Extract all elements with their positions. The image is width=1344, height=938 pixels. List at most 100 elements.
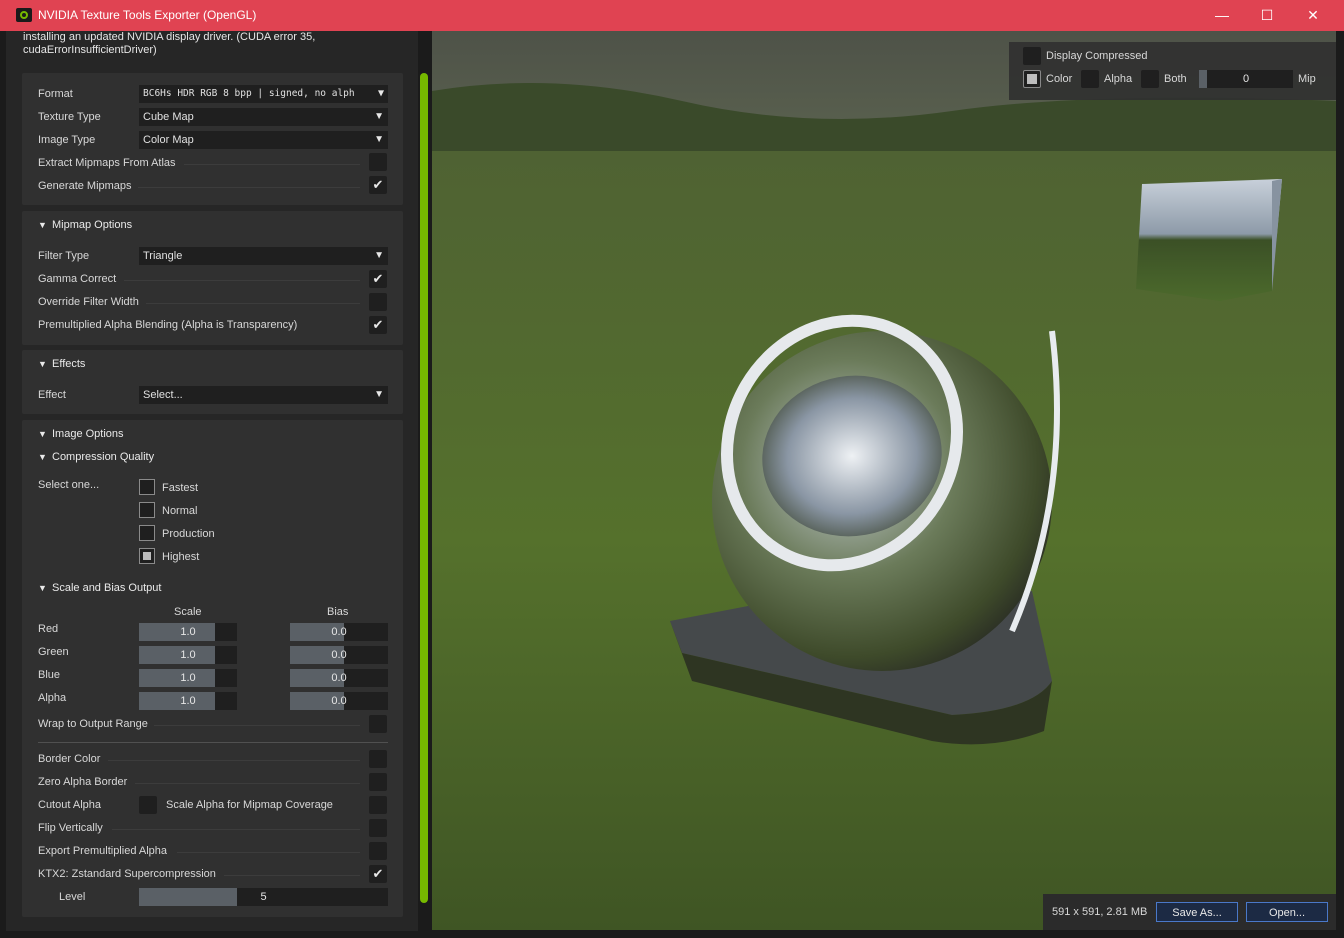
cutout-alpha-checkbox[interactable] <box>139 796 157 814</box>
export-premultiplied-label: Export Premultiplied Alpha <box>38 845 168 857</box>
zero-alpha-border-checkbox[interactable] <box>369 773 387 791</box>
collapse-triangle-icon: ▼ <box>38 359 47 369</box>
channel-label-red: Red <box>38 623 59 635</box>
compression-quality-header[interactable]: ▼ Compression Quality <box>38 448 154 466</box>
driver-error-message: installing an updated NVIDIA display dri… <box>23 31 316 56</box>
close-button[interactable]: ✕ <box>1293 5 1333 25</box>
separator <box>38 742 388 744</box>
divider <box>224 875 360 877</box>
red-scale-slider[interactable]: 1.0 <box>139 623 237 641</box>
divider <box>112 829 360 831</box>
texture-type-label: Texture Type <box>38 111 101 123</box>
chevron-down-icon: ▼ <box>374 134 384 145</box>
image-options-header[interactable]: ▼ Image Options <box>38 425 124 443</box>
quality-option-label: Highest <box>162 551 200 563</box>
zero-alpha-border-label: Zero Alpha Border <box>38 776 128 788</box>
texture-type-select[interactable]: Cube Map ▼ <box>139 108 388 126</box>
image-info-text: 591 x 591, 2.81 MB <box>1052 906 1148 918</box>
blue-bias-slider[interactable]: 0.0 <box>290 669 388 687</box>
divider <box>177 852 360 854</box>
scale-alpha-coverage-checkbox[interactable] <box>369 796 387 814</box>
quality-option-production[interactable] <box>139 525 155 541</box>
gamma-correct-checkbox[interactable]: ✔ <box>369 270 387 288</box>
alpha-channel-checkbox[interactable] <box>1081 70 1099 88</box>
both-channel-label: Both <box>1164 73 1187 85</box>
minimize-button[interactable]: — <box>1202 5 1242 25</box>
image-type-label: Image Type <box>38 134 96 146</box>
mipmap-options-title: Mipmap Options <box>52 219 133 231</box>
image-type-select[interactable]: Color Map ▼ <box>139 131 388 149</box>
quality-option-highest[interactable] <box>139 548 155 564</box>
ktx2-zstd-checkbox[interactable]: ✔ <box>369 865 387 883</box>
ktx2-zstd-label: KTX2: Zstandard Supercompression <box>38 868 216 880</box>
export-premultiplied-checkbox[interactable] <box>369 842 387 860</box>
scale-alpha-coverage-label: Scale Alpha for Mipmap Coverage <box>166 799 333 811</box>
scale-bias-header[interactable]: ▼ Scale and Bias Output <box>38 579 161 597</box>
title-bar: NVIDIA Texture Tools Exporter (OpenGL) —… <box>0 0 1344 31</box>
select-one-label: Select one... <box>38 479 100 491</box>
color-channel-checkbox[interactable] <box>1023 70 1041 88</box>
nvidia-logo-icon <box>16 8 32 22</box>
wrap-output-checkbox[interactable] <box>369 715 387 733</box>
border-color-label: Border Color <box>38 753 101 765</box>
level-slider[interactable]: 5 <box>139 888 388 906</box>
color-channel-label: Color <box>1046 73 1073 85</box>
flip-vertically-checkbox[interactable] <box>369 819 387 837</box>
premultiplied-alpha-checkbox[interactable]: ✔ <box>369 316 387 334</box>
green-bias-slider[interactable]: 0.0 <box>290 646 388 664</box>
collapse-triangle-icon: ▼ <box>38 220 47 230</box>
wrap-output-label: Wrap to Output Range <box>38 718 148 730</box>
border-color-checkbox[interactable] <box>369 750 387 768</box>
green-scale-slider[interactable]: 1.0 <box>139 646 237 664</box>
extract-mipmaps-checkbox[interactable] <box>369 153 387 171</box>
quality-option-label: Normal <box>162 505 198 517</box>
display-compressed-checkbox[interactable] <box>1023 47 1041 65</box>
both-channel-checkbox[interactable] <box>1141 70 1159 88</box>
chevron-down-icon: ▼ <box>374 389 384 400</box>
collapse-triangle-icon: ▼ <box>38 429 47 439</box>
channel-label-blue: Blue <box>38 669 61 681</box>
quality-option-label: Production <box>162 528 215 540</box>
extract-mipmaps-label: Extract Mipmaps From Atlas <box>38 157 176 169</box>
divider <box>154 725 360 727</box>
divider <box>138 187 360 189</box>
format-select[interactable]: BC6Hs HDR RGB 8 bpp | signed, no alph ▼ <box>139 85 388 103</box>
filter-type-select[interactable]: Triangle ▼ <box>139 247 388 265</box>
generate-mipmaps-checkbox[interactable]: ✔ <box>369 176 387 194</box>
quality-option-fastest[interactable] <box>139 479 155 495</box>
red-bias-slider[interactable]: 0.0 <box>290 623 388 641</box>
display-options-panel: Display Compressed Color Alpha Both 0 Mi… <box>1009 42 1336 100</box>
chevron-down-icon: ▼ <box>374 111 384 122</box>
effects-title: Effects <box>52 358 86 370</box>
channel-label-green: Green <box>38 646 69 658</box>
quality-option-label: Fastest <box>162 482 199 494</box>
cutout-alpha-label: Cutout Alpha <box>38 799 101 811</box>
alpha-bias-slider[interactable]: 0.0 <box>290 692 388 710</box>
maximize-button[interactable]: ☐ <box>1247 5 1287 25</box>
alpha-channel-label: Alpha <box>1104 73 1133 85</box>
effects-header[interactable]: ▼ Effects <box>38 355 85 373</box>
divider <box>124 280 360 282</box>
checked-indicator-icon <box>1027 74 1037 84</box>
divider <box>135 783 360 785</box>
scale-bias-title: Scale and Bias Output <box>52 582 162 594</box>
level-label: Level <box>59 891 86 903</box>
effect-select[interactable]: Select... ▼ <box>139 386 388 404</box>
texture-preview-viewport[interactable] <box>432 31 1336 930</box>
format-label: Format <box>38 88 73 100</box>
override-filter-width-checkbox[interactable] <box>369 293 387 311</box>
channel-label-alpha: Alpha <box>38 692 67 704</box>
divider <box>146 303 360 305</box>
alpha-scale-slider[interactable]: 1.0 <box>139 692 237 710</box>
preview-scene <box>432 31 1336 930</box>
blue-scale-slider[interactable]: 1.0 <box>139 669 237 687</box>
quality-option-normal[interactable] <box>139 502 155 518</box>
bias-column-header: Bias <box>327 606 349 618</box>
save-as-button[interactable]: Save As... <box>1156 902 1238 922</box>
open-button[interactable]: Open... <box>1246 902 1328 922</box>
override-filter-width-label: Override Filter Width <box>38 296 139 308</box>
mip-level-slider[interactable]: 0 <box>1199 70 1293 88</box>
sidebar-scrollbar[interactable] <box>420 73 428 903</box>
mipmap-options-header[interactable]: ▼ Mipmap Options <box>38 216 132 234</box>
compression-quality-title: Compression Quality <box>52 451 155 463</box>
